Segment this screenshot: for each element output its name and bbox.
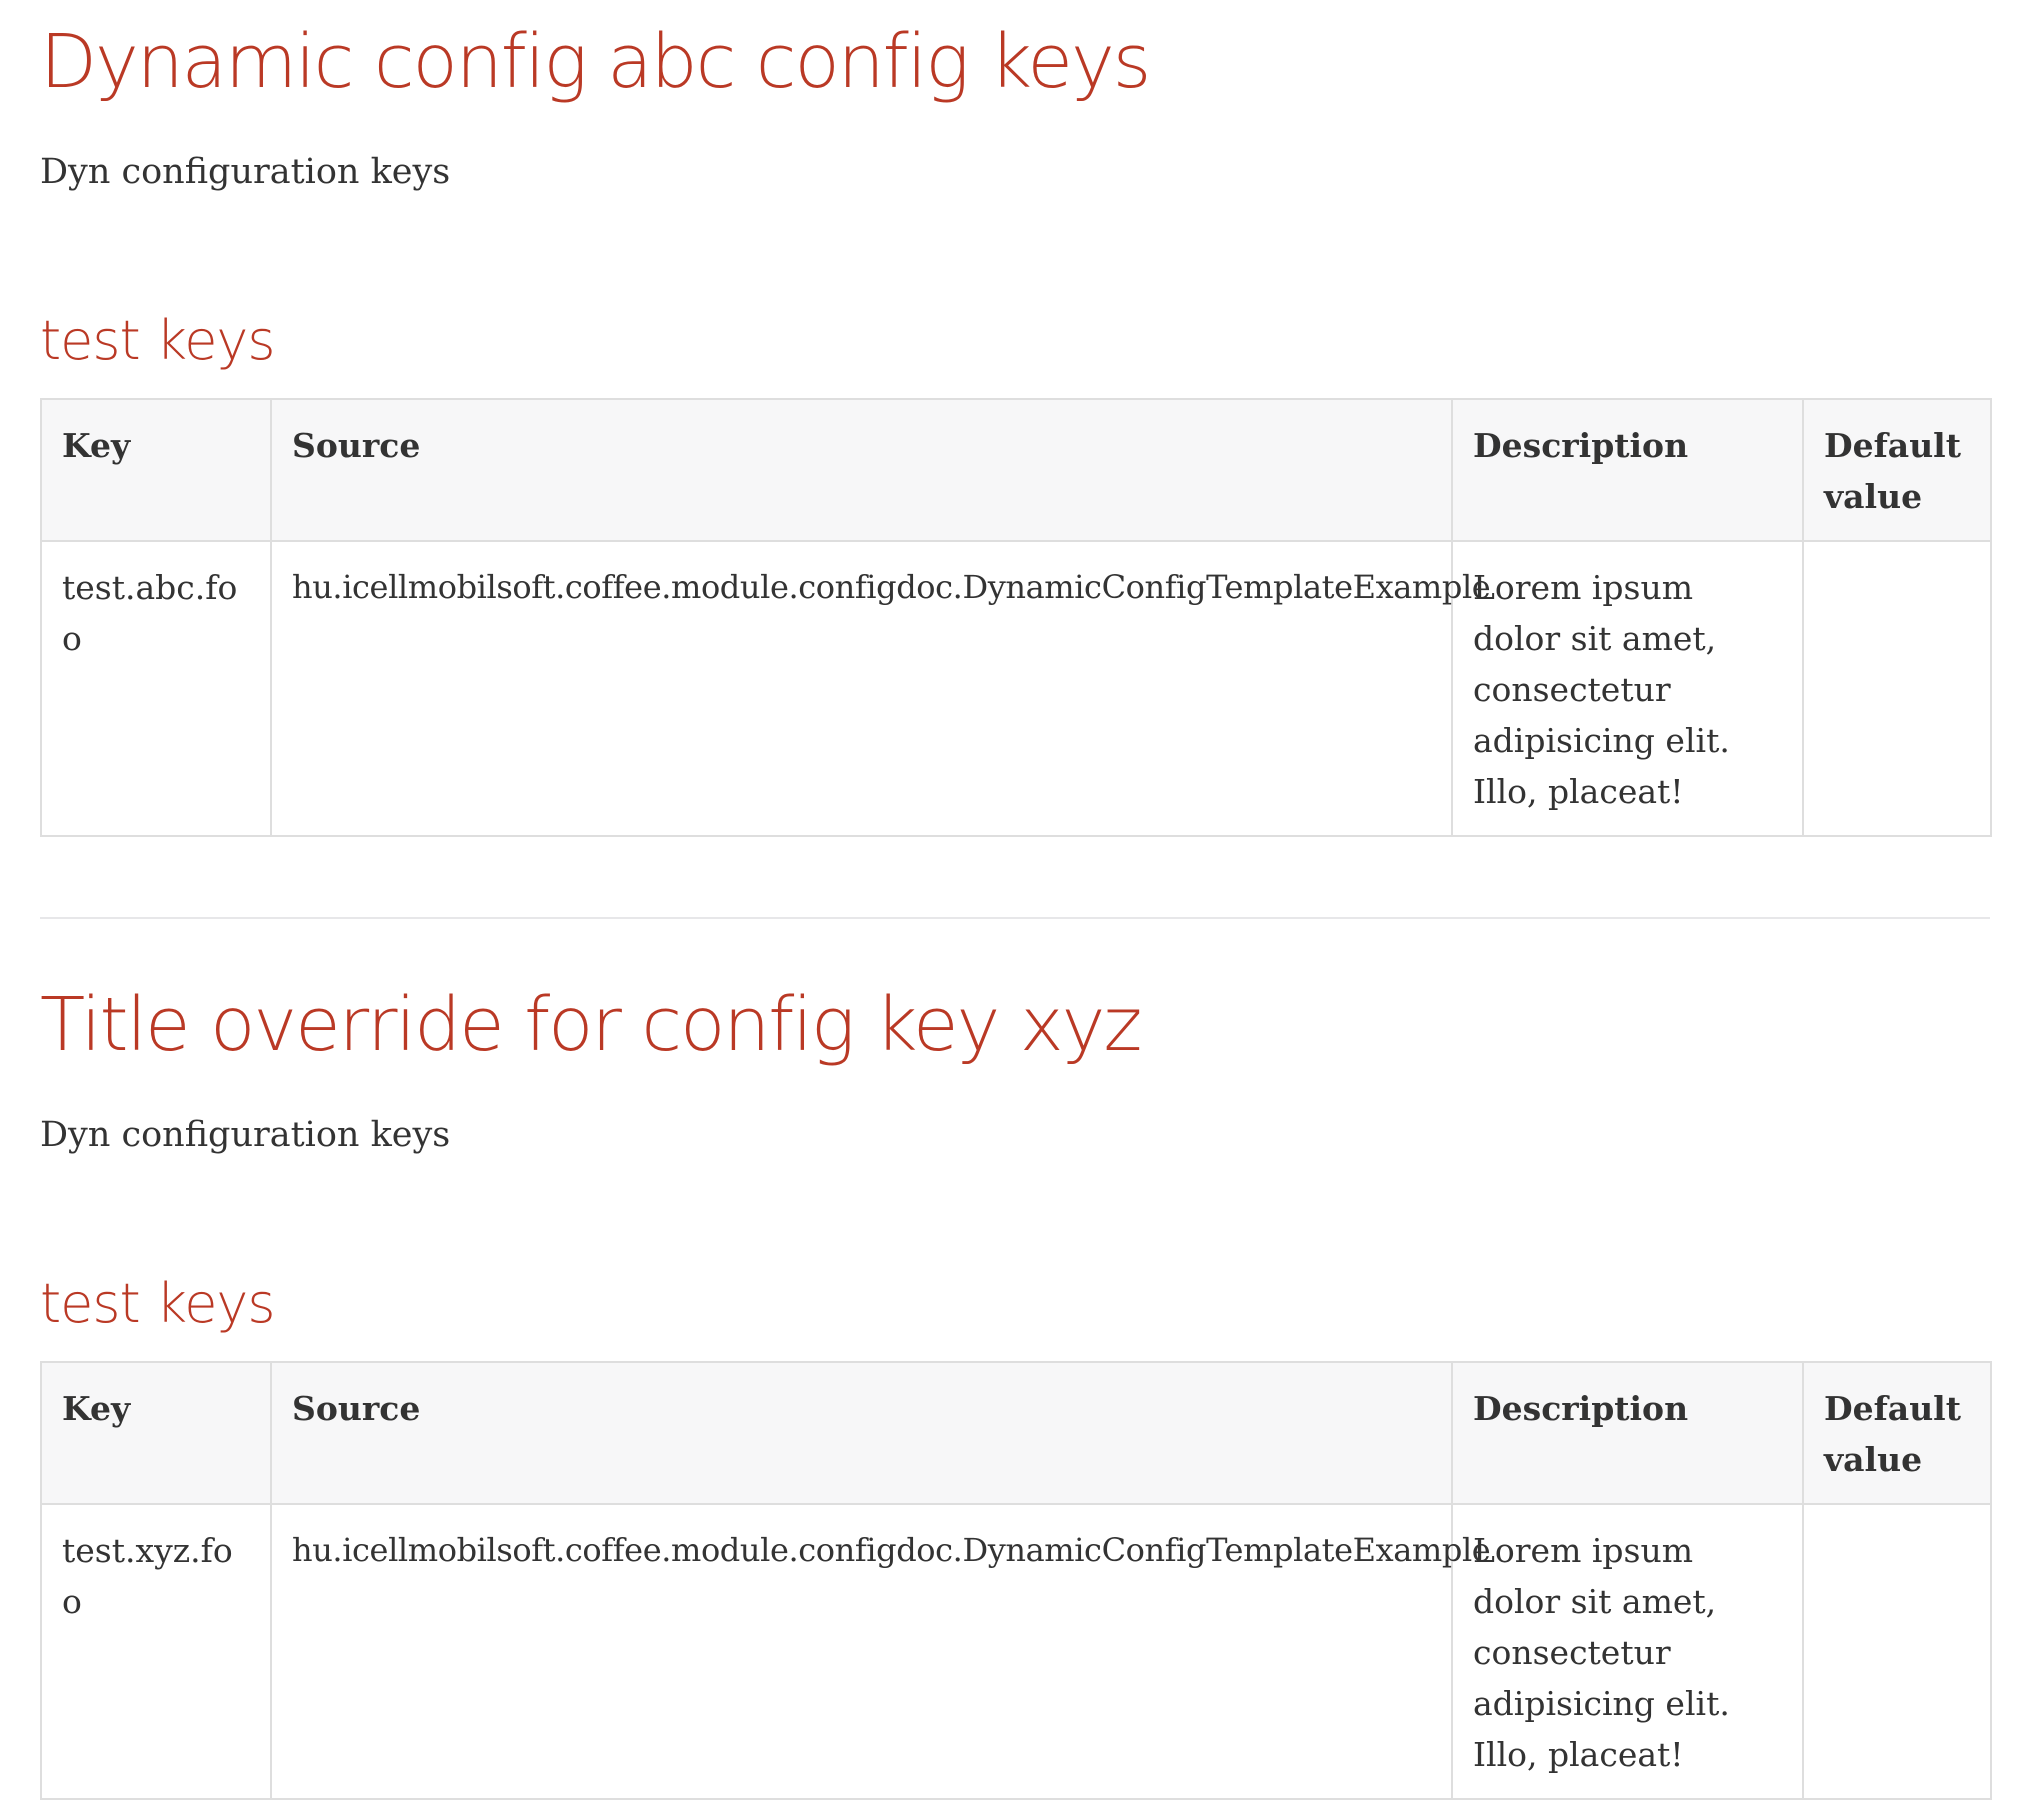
column-header-key: Key: [40, 1361, 272, 1505]
section-title: Dynamic config abc config keys: [40, 19, 1151, 105]
column-header-source: Source: [270, 1361, 1453, 1505]
section-divider: [40, 917, 1990, 919]
config-section-abc: Dynamic config abc config keys Dyn confi…: [40, 0, 1992, 837]
section-intro: Dyn configuration keys: [40, 1114, 451, 1155]
cell-source: hu.icellmobilsoft.coffee.module.configdo…: [270, 540, 1491, 837]
config-section-xyz: Title override for config key xyz Dyn co…: [40, 963, 1992, 1800]
config-keys-table: Key Source Description Default value tes…: [40, 1361, 1992, 1800]
cell-description: Lorem ipsum dolor sit amet, consectetur …: [1451, 1503, 1804, 1800]
cell-description: Lorem ipsum dolor sit amet, consectetur …: [1451, 540, 1804, 837]
cell-key: test.xyz.foo: [40, 1503, 272, 1800]
column-header-description: Description: [1451, 1361, 1804, 1505]
table-header-row: Key Source Description Default value: [40, 398, 1992, 542]
document-page: Dynamic config abc config keys Dyn confi…: [0, 0, 2028, 1800]
cell-default-value: [1802, 1503, 1992, 1800]
column-header-source: Source: [270, 398, 1453, 542]
cell-default-value: [1802, 540, 1992, 837]
cell-key: test.abc.foo: [40, 540, 272, 837]
config-keys-table: Key Source Description Default value tes…: [40, 398, 1992, 837]
section-title: Title override for config key xyz: [40, 982, 1142, 1068]
column-header-key: Key: [40, 398, 272, 542]
column-header-description: Description: [1451, 398, 1804, 542]
subsection-title: test keys: [40, 1272, 276, 1335]
table-header-row: Key Source Description Default value: [40, 1361, 1992, 1505]
column-header-default-value: Default value: [1802, 398, 1992, 542]
subsection-title: test keys: [40, 309, 276, 372]
column-header-default-value: Default value: [1802, 1361, 1992, 1505]
table-row: test.xyz.foo hu.icellmobilsoft.coffee.mo…: [40, 1503, 1992, 1800]
cell-source: hu.icellmobilsoft.coffee.module.configdo…: [270, 1503, 1491, 1800]
table-row: test.abc.foo hu.icellmobilsoft.coffee.mo…: [40, 540, 1992, 837]
section-intro: Dyn configuration keys: [40, 151, 451, 192]
